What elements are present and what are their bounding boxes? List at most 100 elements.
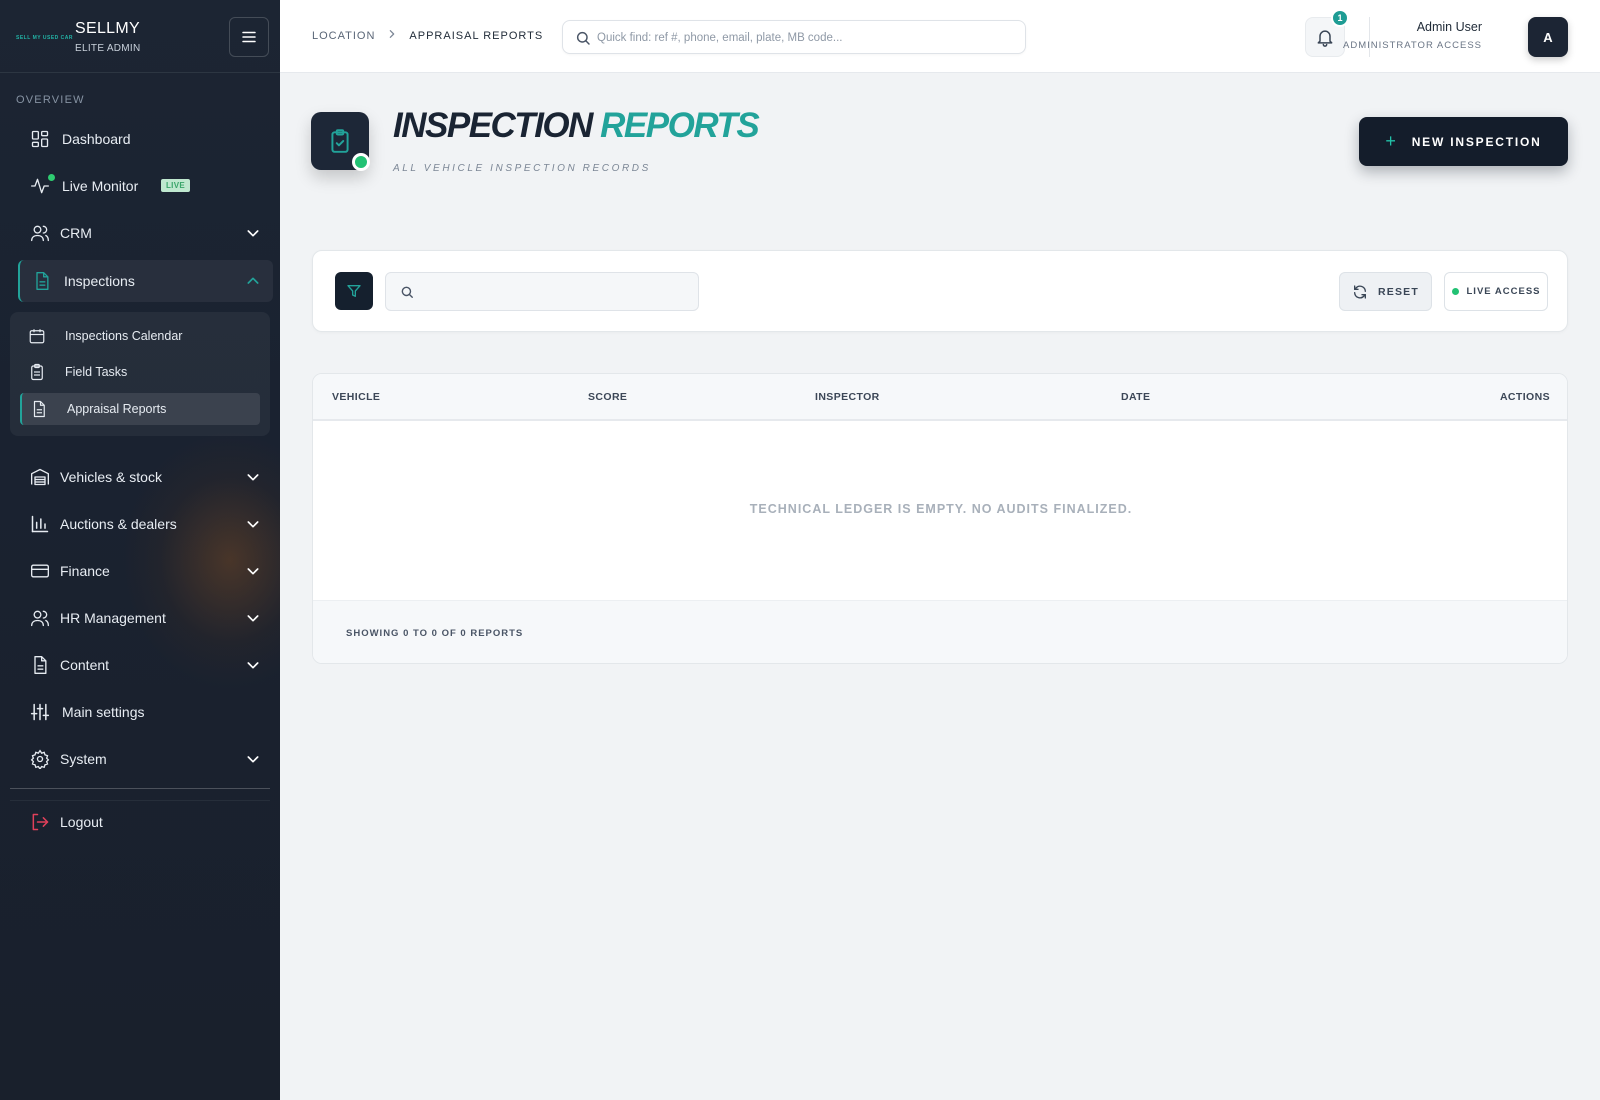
empty-state-message: TECHNICAL LEDGER IS EMPTY. NO AUDITS FIN… [749, 502, 1133, 516]
sidebar-item-label: CRM [60, 225, 92, 241]
chevron-down-icon [247, 521, 259, 528]
filter-icon [347, 285, 361, 297]
column-header-date[interactable]: DATE [1121, 391, 1150, 403]
submenu-item-label: Field Tasks [65, 365, 128, 379]
live-badge: LIVE [161, 179, 190, 192]
sidebar-item-vehicles-stock[interactable]: Vehicles & stock [18, 457, 273, 497]
new-inspection-button[interactable]: + NEW INSPECTION [1359, 117, 1568, 166]
search-icon [576, 31, 590, 45]
column-header-actions: ACTIONS [1499, 391, 1550, 403]
sidebar-item-label: System [60, 751, 107, 767]
chevron-right-icon [387, 29, 397, 42]
sidebar-item-finance[interactable]: Finance [18, 551, 273, 591]
bell-icon [1317, 30, 1333, 47]
filter-search-input[interactable] [424, 281, 684, 303]
document-icon [36, 272, 49, 290]
user-role: ADMINISTRATOR ACCESS [1343, 40, 1482, 51]
dashboard-icon [31, 130, 49, 148]
sidebar-item-label: HR Management [60, 610, 166, 626]
inspections-submenu: Inspections Calendar Field Tasks Apprais… [10, 312, 270, 436]
brand-name: SELLMY [75, 20, 140, 37]
chevron-up-icon [247, 277, 259, 284]
sidebar-item-label: Inspections [64, 273, 135, 289]
users-icon [31, 225, 49, 242]
filter-search[interactable] [385, 272, 699, 311]
sidebar-item-label: Main settings [62, 704, 145, 720]
sidebar-item-system[interactable]: System [18, 739, 273, 779]
logout-button[interactable]: Logout [18, 802, 273, 842]
sidebar-item-crm[interactable]: CRM [18, 213, 273, 253]
sidebar-item-main-settings[interactable]: Main settings [18, 692, 273, 732]
topbar: LOCATION APPRAISAL REPORTS 1 Admin User … [280, 0, 1600, 73]
submenu-item-appraisal-reports[interactable]: Appraisal Reports [20, 393, 260, 425]
column-header-inspector[interactable]: INSPECTOR [815, 391, 880, 403]
column-header-vehicle[interactable]: VEHICLE [332, 391, 380, 403]
avatar[interactable]: A [1528, 17, 1568, 57]
sliders-icon [30, 703, 50, 721]
sidebar: SELL MY USED CAR SELLMY ELITE ADMIN OVER… [0, 0, 280, 1100]
document-icon [33, 400, 45, 418]
sidebar-toggle-button[interactable] [229, 17, 269, 57]
page-title-part2: REPORTS [600, 106, 760, 145]
sidebar-item-label: Auctions & dealers [60, 516, 177, 532]
new-inspection-label: NEW INSPECTION [1411, 134, 1542, 149]
credit-card-icon [31, 564, 49, 578]
page-title: INSPECTION REPORTS [393, 106, 760, 146]
sidebar-divider [10, 788, 270, 789]
sidebar-item-auctions-dealers[interactable]: Auctions & dealers [18, 504, 273, 544]
live-status-dot [48, 174, 55, 181]
breadcrumb: LOCATION APPRAISAL REPORTS [312, 29, 543, 42]
users-icon [31, 610, 49, 627]
quick-find-search[interactable] [562, 20, 1026, 54]
sidebar-item-label: Dashboard [62, 131, 131, 147]
live-status-dot [1451, 288, 1459, 295]
column-header-score[interactable]: SCORE [588, 391, 627, 403]
chevron-down-icon [247, 568, 259, 575]
chevron-down-icon [247, 662, 259, 669]
filter-bar: RESET LIVE ACCESS [312, 250, 1568, 332]
quick-find-input[interactable] [597, 27, 1007, 49]
document-icon [34, 656, 47, 674]
sidebar-item-inspections[interactable]: Inspections [18, 260, 273, 302]
chevron-down-icon [247, 756, 259, 763]
brand-subtitle: ELITE ADMIN [75, 43, 141, 54]
sidebar-item-label: Vehicles & stock [60, 469, 162, 485]
page-subtitle: ALL VEHICLE INSPECTION RECORDS [393, 163, 651, 174]
sidebar-item-content[interactable]: Content [18, 645, 273, 685]
sidebar-section-label: OVERVIEW [16, 94, 85, 106]
hamburger-icon [242, 31, 256, 43]
sidebar-divider [10, 800, 270, 801]
reset-button[interactable]: RESET [1339, 272, 1432, 311]
sidebar-item-label: Finance [60, 563, 110, 579]
submenu-item-field-tasks[interactable]: Field Tasks [20, 356, 260, 388]
chevron-down-icon [247, 230, 259, 237]
refresh-icon [1353, 284, 1366, 299]
live-access-indicator[interactable]: LIVE ACCESS [1444, 272, 1548, 311]
breadcrumb-current: APPRAISAL REPORTS [409, 29, 544, 42]
filter-button[interactable] [335, 272, 373, 310]
topbar-divider [1369, 17, 1370, 57]
sidebar-item-hr-management[interactable]: HR Management [18, 598, 273, 638]
table-footer: SHOWING 0 TO 0 OF 0 REPORTS [313, 600, 1567, 663]
reset-label: RESET [1377, 285, 1419, 298]
activity-icon [31, 178, 49, 194]
live-access-label: LIVE ACCESS [1466, 286, 1541, 297]
gear-icon [30, 749, 50, 769]
search-icon [401, 286, 413, 298]
pagination-info: SHOWING 0 TO 0 OF 0 REPORTS [346, 628, 524, 639]
clipboard-check-icon [331, 129, 349, 153]
sidebar-item-label: Content [60, 657, 110, 673]
sidebar-item-label: Live Monitor [62, 178, 139, 194]
logout-icon [32, 813, 49, 831]
sidebar-item-live-monitor[interactable]: Live Monitor LIVE [18, 166, 273, 206]
submenu-item-inspections-calendar[interactable]: Inspections Calendar [20, 320, 260, 352]
submenu-item-label: Inspections Calendar [65, 329, 183, 343]
sidebar-item-dashboard[interactable]: Dashboard [18, 119, 273, 159]
warehouse-icon [31, 468, 49, 486]
calendar-icon [29, 329, 45, 344]
brand-header: SELL MY USED CAR SELLMY ELITE ADMIN [0, 0, 280, 73]
submenu-item-label: Appraisal Reports [67, 402, 167, 416]
brand-logo[interactable]: SELL MY USED CAR [16, 35, 73, 41]
bar-chart-icon [31, 515, 49, 533]
breadcrumb-item[interactable]: LOCATION [312, 30, 375, 42]
